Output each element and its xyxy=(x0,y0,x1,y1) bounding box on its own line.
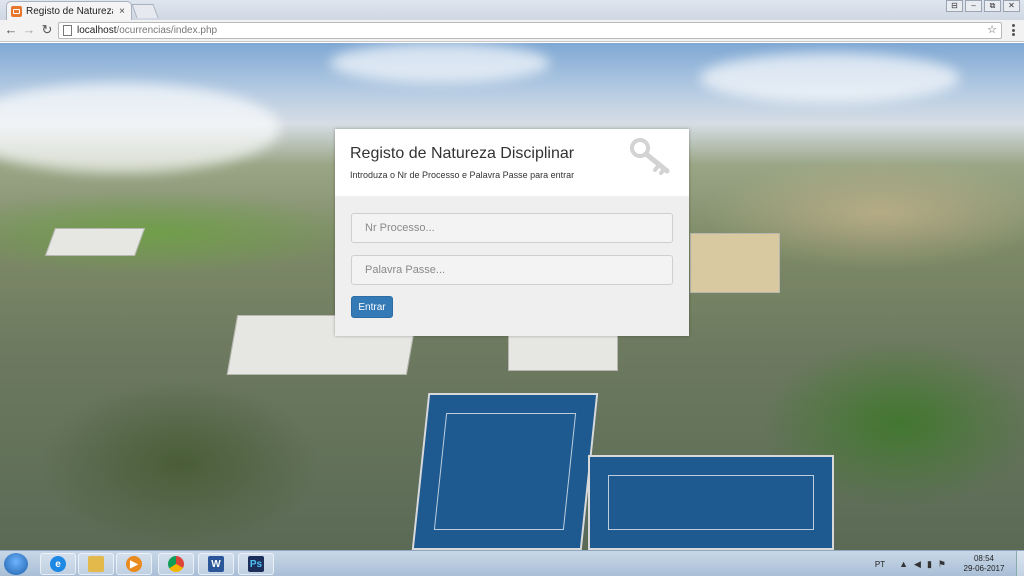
folder-icon xyxy=(88,556,104,572)
page-info-icon[interactable] xyxy=(63,25,72,36)
start-button[interactable] xyxy=(4,553,28,575)
address-bar[interactable]: localhost/ocurrencias/index.php ☆ xyxy=(58,22,1002,39)
cloud xyxy=(330,43,550,83)
page-favicon-icon xyxy=(11,5,22,17)
system-tray: PT ▲ ◀ ▮ ⚑ 08:54 29-06-2017 xyxy=(875,551,1024,576)
show-hidden-icons-icon[interactable]: ▲ xyxy=(899,559,908,569)
back-arrow-icon[interactable]: ← xyxy=(4,23,18,37)
network-icon[interactable]: ▮ xyxy=(927,559,932,570)
flag-icon[interactable]: ⚑ xyxy=(938,559,946,570)
sports-court xyxy=(588,455,834,550)
user-icon[interactable]: ⊟ xyxy=(946,0,963,12)
reload-icon[interactable]: ↻ xyxy=(40,23,54,37)
bookmark-star-icon[interactable]: ☆ xyxy=(987,23,997,36)
browser-title-bar: Registo de Natureza Disc × ⊟ – ⧉ ✕ xyxy=(0,0,1024,20)
taskbar: e ▶ W Ps PT ▲ ◀ ▮ ⚑ 08:54 29-06-2017 xyxy=(0,550,1024,576)
volume-icon[interactable]: ◀ xyxy=(914,559,921,570)
word-icon: W xyxy=(208,556,224,572)
new-tab-button[interactable] xyxy=(131,4,159,18)
clock-time: 08:54 xyxy=(973,554,995,563)
login-header: Registo de Natureza Disciplinar Introduz… xyxy=(335,129,689,196)
internet-explorer-icon: e xyxy=(50,556,66,572)
page-background: Registo de Natureza Disciplinar Introduz… xyxy=(0,43,1024,550)
close-window-button[interactable]: ✕ xyxy=(1003,0,1020,12)
browser-toolbar: ← → ↻ localhost/ocurrencias/index.php ☆ xyxy=(0,20,1024,42)
minimize-button[interactable]: – xyxy=(965,0,982,12)
taskbar-file-explorer[interactable] xyxy=(78,553,114,575)
clock-date: 29-06-2017 xyxy=(963,564,1005,573)
login-button[interactable]: Entrar xyxy=(351,296,393,318)
sports-court xyxy=(411,393,599,550)
tab-close-icon[interactable]: × xyxy=(117,6,127,17)
school-building xyxy=(508,333,618,371)
building-orange xyxy=(690,233,780,293)
language-indicator[interactable]: PT xyxy=(875,560,885,569)
taskbar-internet-explorer[interactable]: e xyxy=(40,553,76,575)
browser-tab[interactable]: Registo de Natureza Disc × xyxy=(6,1,132,20)
clock[interactable]: 08:54 29-06-2017 xyxy=(952,554,1016,574)
password-input[interactable] xyxy=(351,255,673,285)
login-panel: Registo de Natureza Disciplinar Introduz… xyxy=(335,129,689,336)
media-player-icon: ▶ xyxy=(126,556,142,572)
taskbar-chrome[interactable] xyxy=(158,553,194,575)
cloud xyxy=(700,53,960,103)
browser-menu-icon[interactable] xyxy=(1008,24,1018,36)
url-text: localhost/ocurrencias/index.php xyxy=(77,25,218,36)
taskbar-media-player[interactable]: ▶ xyxy=(116,553,152,575)
building-left xyxy=(44,228,146,256)
maximize-button[interactable]: ⧉ xyxy=(984,0,1001,12)
window-controls: ⊟ – ⧉ ✕ xyxy=(946,0,1020,12)
photoshop-icon: Ps xyxy=(248,556,264,572)
chrome-icon xyxy=(168,556,184,572)
page-title: Registo de Natureza Disciplinar xyxy=(350,145,575,162)
forward-arrow-icon[interactable]: → xyxy=(22,23,36,37)
show-desktop-button[interactable] xyxy=(1016,551,1024,576)
cloud xyxy=(0,83,280,173)
login-instructions: Introduza o Nr de Processo e Palavra Pas… xyxy=(350,170,575,180)
taskbar-photoshop[interactable]: Ps xyxy=(238,553,274,575)
process-number-input[interactable] xyxy=(351,213,673,243)
tab-title: Registo de Natureza Disc xyxy=(26,5,113,17)
key-icon xyxy=(630,138,670,175)
taskbar-word[interactable]: W xyxy=(198,553,234,575)
